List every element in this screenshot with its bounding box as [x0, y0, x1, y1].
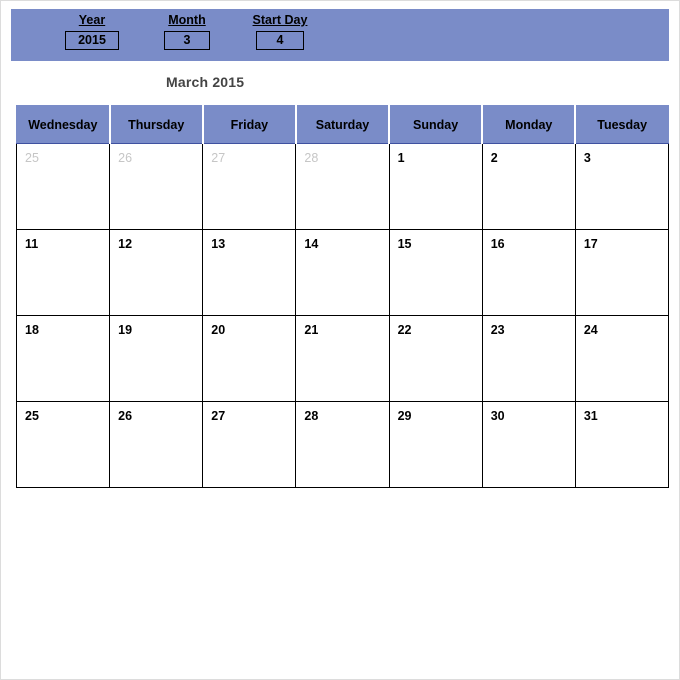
- start-day-label: Start Day: [252, 13, 308, 27]
- day-header-1: Thursday: [108, 105, 204, 144]
- calendar-day-cell[interactable]: 20: [202, 315, 297, 402]
- calendar-day-cell[interactable]: 25: [15, 143, 111, 230]
- day-number: 3: [583, 151, 591, 165]
- day-number: 15: [397, 237, 412, 251]
- calendar-day-cell[interactable]: 15: [388, 229, 483, 316]
- start-day-input[interactable]: [256, 31, 304, 50]
- calendar-day-cell[interactable]: 23: [481, 315, 576, 402]
- calendar-body: 25 26 27 28 1 2 3 11 12 13 14 15 16 17 1…: [15, 143, 670, 488]
- day-number: 1: [397, 151, 405, 165]
- day-number: 21: [304, 323, 319, 337]
- day-number: 26: [118, 151, 133, 165]
- day-number: 22: [397, 323, 412, 337]
- calendar-day-cell[interactable]: 17: [574, 229, 670, 316]
- calendar-week-row: 18 19 20 21 22 23 24: [15, 315, 670, 402]
- calendar-day-cell[interactable]: 25: [15, 401, 111, 488]
- calendar-day-cell[interactable]: 1: [388, 143, 483, 230]
- year-label: Year: [78, 13, 106, 27]
- calendar-day-cell[interactable]: 12: [109, 229, 204, 316]
- calendar-day-cell[interactable]: 30: [481, 401, 576, 488]
- year-control-group: Year: [53, 12, 131, 50]
- year-input[interactable]: [65, 31, 119, 50]
- day-number: 16: [490, 237, 505, 251]
- day-number: 28: [304, 409, 319, 423]
- day-number: 27: [211, 409, 226, 423]
- calendar-day-cell[interactable]: 3: [574, 143, 670, 230]
- calendar-grid: Wednesday Thursday Friday Saturday Sunda…: [15, 105, 670, 488]
- calendar-day-cell[interactable]: 31: [574, 401, 670, 488]
- calendar-day-cell[interactable]: 29: [388, 401, 483, 488]
- day-number: 11: [25, 237, 39, 251]
- day-number: 14: [304, 237, 319, 251]
- day-number: 28: [304, 151, 319, 165]
- calendar-day-cell[interactable]: 19: [109, 315, 204, 402]
- day-number: 29: [397, 409, 412, 423]
- start-day-control-group: Start Day: [237, 12, 323, 50]
- day-number: 26: [118, 409, 133, 423]
- day-header-5: Monday: [481, 105, 577, 144]
- day-number: 23: [490, 323, 505, 337]
- month-label: Month: [168, 13, 206, 27]
- day-number: 13: [211, 237, 226, 251]
- calendar-day-cell[interactable]: 22: [388, 315, 483, 402]
- calendar-week-row: 25 26 27 28 1 2 3: [15, 143, 670, 230]
- day-header-0: Wednesday: [15, 105, 111, 144]
- calendar-day-cell[interactable]: 26: [109, 143, 204, 230]
- calendar-day-cell[interactable]: 28: [295, 401, 390, 488]
- day-header-2: Friday: [201, 105, 297, 144]
- month-control-group: Month: [150, 12, 224, 50]
- day-header-4: Sunday: [388, 105, 484, 144]
- day-number: 31: [583, 409, 598, 423]
- calendar-control-bar: Year Month Start Day: [11, 9, 669, 61]
- calendar-page: Year Month Start Day March 2015 Wednesda…: [0, 0, 680, 680]
- day-number: 25: [25, 151, 39, 165]
- calendar-day-cell[interactable]: 28: [295, 143, 390, 230]
- day-number: 24: [583, 323, 598, 337]
- day-number: 30: [490, 409, 505, 423]
- calendar-week-row: 11 12 13 14 15 16 17: [15, 229, 670, 316]
- day-number: 20: [211, 323, 226, 337]
- day-number: 2: [490, 151, 498, 165]
- calendar-week-row: 25 26 27 28 29 30 31: [15, 401, 670, 488]
- calendar-day-cell[interactable]: 27: [202, 401, 297, 488]
- day-number: 18: [25, 323, 39, 337]
- calendar-day-cell[interactable]: 2: [481, 143, 576, 230]
- day-header-3: Saturday: [294, 105, 391, 144]
- calendar-day-cell[interactable]: 18: [15, 315, 111, 402]
- calendar-header-row: Wednesday Thursday Friday Saturday Sunda…: [15, 105, 670, 144]
- day-number: 25: [25, 409, 39, 423]
- day-number: 19: [118, 323, 133, 337]
- calendar-day-cell[interactable]: 24: [574, 315, 670, 402]
- calendar-day-cell[interactable]: 13: [202, 229, 297, 316]
- calendar-day-cell[interactable]: 21: [295, 315, 390, 402]
- day-number: 17: [583, 237, 598, 251]
- calendar-day-cell[interactable]: 16: [481, 229, 576, 316]
- day-number: 27: [211, 151, 226, 165]
- day-header-6: Tuesday: [574, 105, 670, 144]
- day-number: 12: [118, 237, 133, 251]
- calendar-day-cell[interactable]: 27: [202, 143, 297, 230]
- month-input[interactable]: [164, 31, 210, 50]
- calendar-day-cell[interactable]: 26: [109, 401, 204, 488]
- calendar-day-cell[interactable]: 14: [295, 229, 390, 316]
- month-title: March 2015: [166, 74, 245, 90]
- calendar-day-cell[interactable]: 11: [15, 229, 111, 316]
